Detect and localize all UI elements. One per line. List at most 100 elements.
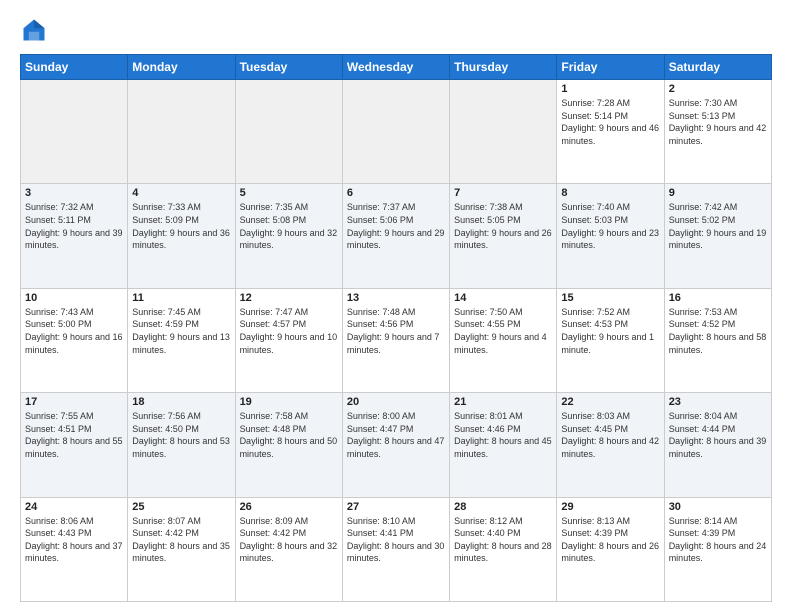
day-info: Sunrise: 7:32 AM Sunset: 5:11 PM Dayligh… <box>25 201 123 251</box>
calendar-cell: 13Sunrise: 7:48 AM Sunset: 4:56 PM Dayli… <box>342 288 449 392</box>
calendar-cell: 25Sunrise: 8:07 AM Sunset: 4:42 PM Dayli… <box>128 497 235 601</box>
calendar-cell: 20 Sunrise: 8:00 AM Sunset: 4:47 PM Dayli… <box>342 393 449 497</box>
calendar-cell: 21 Sunrise: 8:01 AM Sunset: 4:46 PM Dayli… <box>450 393 557 497</box>
weekday-header-tuesday: Tuesday <box>235 55 342 80</box>
day-number: 20 <box>347 396 445 408</box>
day-info: Sunrise: 8:03 AM Sunset: 4:45 PM Dayligh… <box>561 410 659 460</box>
day-number: 11 <box>132 292 230 304</box>
calendar-cell: 17 Sunrise: 7:55 AM Sunset: 4:51 PM Dayli… <box>21 393 128 497</box>
calendar-table: SundayMondayTuesdayWednesdayThursdayFrid… <box>20 54 772 602</box>
day-number: 27 <box>347 501 445 513</box>
weekday-header-thursday: Thursday <box>450 55 557 80</box>
day-info: Sunrise: 8:10 AM Sunset: 4:41 PM Dayligh… <box>347 515 445 565</box>
day-info: Sunrise: 8:00 AM Sunset: 4:47 PM Dayligh… <box>347 410 445 460</box>
weekday-header-sunday: Sunday <box>21 55 128 80</box>
day-info: Sunrise: 7:52 AM Sunset: 4:53 PM Dayligh… <box>561 306 659 356</box>
calendar-cell: 24 Sunrise: 8:06 AM Sunset: 4:43 PM Dayli… <box>21 497 128 601</box>
day-number: 17 <box>25 396 123 408</box>
weekday-header-friday: Friday <box>557 55 664 80</box>
week-row-5: 24 Sunrise: 8:06 AM Sunset: 4:43 PM Dayli… <box>21 497 772 601</box>
day-info: Sunrise: 8:04 AM Sunset: 4:44 PM Dayligh… <box>669 410 767 460</box>
day-number: 1 <box>561 83 659 95</box>
calendar-cell <box>342 80 449 184</box>
day-number: 23 <box>669 396 767 408</box>
day-number: 18 <box>132 396 230 408</box>
day-number: 8 <box>561 187 659 199</box>
day-info: Sunrise: 7:56 AM Sunset: 4:50 PM Dayligh… <box>132 410 230 460</box>
day-number: 16 <box>669 292 767 304</box>
day-number: 10 <box>25 292 123 304</box>
day-info: Sunrise: 7:43 AM Sunset: 5:00 PM Dayligh… <box>25 306 123 356</box>
calendar-cell <box>21 80 128 184</box>
day-info: Sunrise: 7:45 AM Sunset: 4:59 PM Dayligh… <box>132 306 230 356</box>
calendar-cell: 15 Sunrise: 7:52 AM Sunset: 4:53 PM Dayli… <box>557 288 664 392</box>
day-info: Sunrise: 8:13 AM Sunset: 4:39 PM Dayligh… <box>561 515 659 565</box>
calendar-cell: 10 Sunrise: 7:43 AM Sunset: 5:00 PM Dayli… <box>21 288 128 392</box>
day-number: 21 <box>454 396 552 408</box>
day-info: Sunrise: 8:01 AM Sunset: 4:46 PM Dayligh… <box>454 410 552 460</box>
day-info: Sunrise: 7:47 AM Sunset: 4:57 PM Dayligh… <box>240 306 338 356</box>
calendar-cell: 18 Sunrise: 7:56 AM Sunset: 4:50 PM Dayli… <box>128 393 235 497</box>
weekday-header-monday: Monday <box>128 55 235 80</box>
header <box>20 16 772 44</box>
day-number: 29 <box>561 501 659 513</box>
logo-icon <box>20 16 48 44</box>
calendar-cell: 2 Sunrise: 7:30 AM Sunset: 5:13 PM Daylig… <box>664 80 771 184</box>
calendar-cell: 14Sunrise: 7:50 AM Sunset: 4:55 PM Dayli… <box>450 288 557 392</box>
calendar-cell: 6 Sunrise: 7:37 AM Sunset: 5:06 PM Daylig… <box>342 184 449 288</box>
calendar-cell: 22 Sunrise: 8:03 AM Sunset: 4:45 PM Dayli… <box>557 393 664 497</box>
calendar-cell: 16 Sunrise: 7:53 AM Sunset: 4:52 PM Dayli… <box>664 288 771 392</box>
day-number: 12 <box>240 292 338 304</box>
day-number: 6 <box>347 187 445 199</box>
day-info: Sunrise: 7:53 AM Sunset: 4:52 PM Dayligh… <box>669 306 767 356</box>
calendar-cell <box>128 80 235 184</box>
day-number: 24 <box>25 501 123 513</box>
week-row-4: 17 Sunrise: 7:55 AM Sunset: 4:51 PM Dayli… <box>21 393 772 497</box>
day-info: Sunrise: 7:37 AM Sunset: 5:06 PM Dayligh… <box>347 201 445 251</box>
calendar-cell: 5 Sunrise: 7:35 AM Sunset: 5:08 PM Daylig… <box>235 184 342 288</box>
day-info: Sunrise: 7:28 AM Sunset: 5:14 PM Dayligh… <box>561 97 659 147</box>
calendar-cell: 30 Sunrise: 8:14 AM Sunset: 4:39 PM Dayli… <box>664 497 771 601</box>
week-row-3: 10 Sunrise: 7:43 AM Sunset: 5:00 PM Dayli… <box>21 288 772 392</box>
day-number: 15 <box>561 292 659 304</box>
week-row-2: 3Sunrise: 7:32 AM Sunset: 5:11 PM Daylig… <box>21 184 772 288</box>
calendar-cell: 9Sunrise: 7:42 AM Sunset: 5:02 PM Daylig… <box>664 184 771 288</box>
calendar-cell: 7 Sunrise: 7:38 AM Sunset: 5:05 PM Daylig… <box>450 184 557 288</box>
weekday-header-row: SundayMondayTuesdayWednesdayThursdayFrid… <box>21 55 772 80</box>
day-number: 14 <box>454 292 552 304</box>
day-number: 2 <box>669 83 767 95</box>
day-info: Sunrise: 7:58 AM Sunset: 4:48 PM Dayligh… <box>240 410 338 460</box>
calendar-cell: 3Sunrise: 7:32 AM Sunset: 5:11 PM Daylig… <box>21 184 128 288</box>
day-number: 4 <box>132 187 230 199</box>
calendar-cell: 27 Sunrise: 8:10 AM Sunset: 4:41 PM Dayli… <box>342 497 449 601</box>
day-info: Sunrise: 8:14 AM Sunset: 4:39 PM Dayligh… <box>669 515 767 565</box>
day-number: 9 <box>669 187 767 199</box>
day-number: 22 <box>561 396 659 408</box>
calendar-cell <box>450 80 557 184</box>
calendar-cell: 4Sunrise: 7:33 AM Sunset: 5:09 PM Daylig… <box>128 184 235 288</box>
day-number: 13 <box>347 292 445 304</box>
day-info: Sunrise: 8:12 AM Sunset: 4:40 PM Dayligh… <box>454 515 552 565</box>
calendar-cell: 8 Sunrise: 7:40 AM Sunset: 5:03 PM Daylig… <box>557 184 664 288</box>
calendar-cell: 29 Sunrise: 8:13 AM Sunset: 4:39 PM Dayli… <box>557 497 664 601</box>
logo <box>20 16 50 44</box>
day-info: Sunrise: 8:06 AM Sunset: 4:43 PM Dayligh… <box>25 515 123 565</box>
day-number: 5 <box>240 187 338 199</box>
calendar-cell: 11 Sunrise: 7:45 AM Sunset: 4:59 PM Dayli… <box>128 288 235 392</box>
day-number: 7 <box>454 187 552 199</box>
day-number: 30 <box>669 501 767 513</box>
page: SundayMondayTuesdayWednesdayThursdayFrid… <box>0 0 792 612</box>
day-info: Sunrise: 7:30 AM Sunset: 5:13 PM Dayligh… <box>669 97 767 147</box>
day-info: Sunrise: 7:38 AM Sunset: 5:05 PM Dayligh… <box>454 201 552 251</box>
calendar-cell: 12 Sunrise: 7:47 AM Sunset: 4:57 PM Dayli… <box>235 288 342 392</box>
weekday-header-saturday: Saturday <box>664 55 771 80</box>
calendar-cell: 26Sunrise: 8:09 AM Sunset: 4:42 PM Dayli… <box>235 497 342 601</box>
day-info: Sunrise: 7:40 AM Sunset: 5:03 PM Dayligh… <box>561 201 659 251</box>
day-info: Sunrise: 7:35 AM Sunset: 5:08 PM Dayligh… <box>240 201 338 251</box>
day-info: Sunrise: 8:09 AM Sunset: 4:42 PM Dayligh… <box>240 515 338 565</box>
weekday-header-wednesday: Wednesday <box>342 55 449 80</box>
calendar-cell <box>235 80 342 184</box>
calendar-cell: 19Sunrise: 7:58 AM Sunset: 4:48 PM Dayli… <box>235 393 342 497</box>
day-info: Sunrise: 7:55 AM Sunset: 4:51 PM Dayligh… <box>25 410 123 460</box>
week-row-1: 1 Sunrise: 7:28 AM Sunset: 5:14 PM Daylig… <box>21 80 772 184</box>
